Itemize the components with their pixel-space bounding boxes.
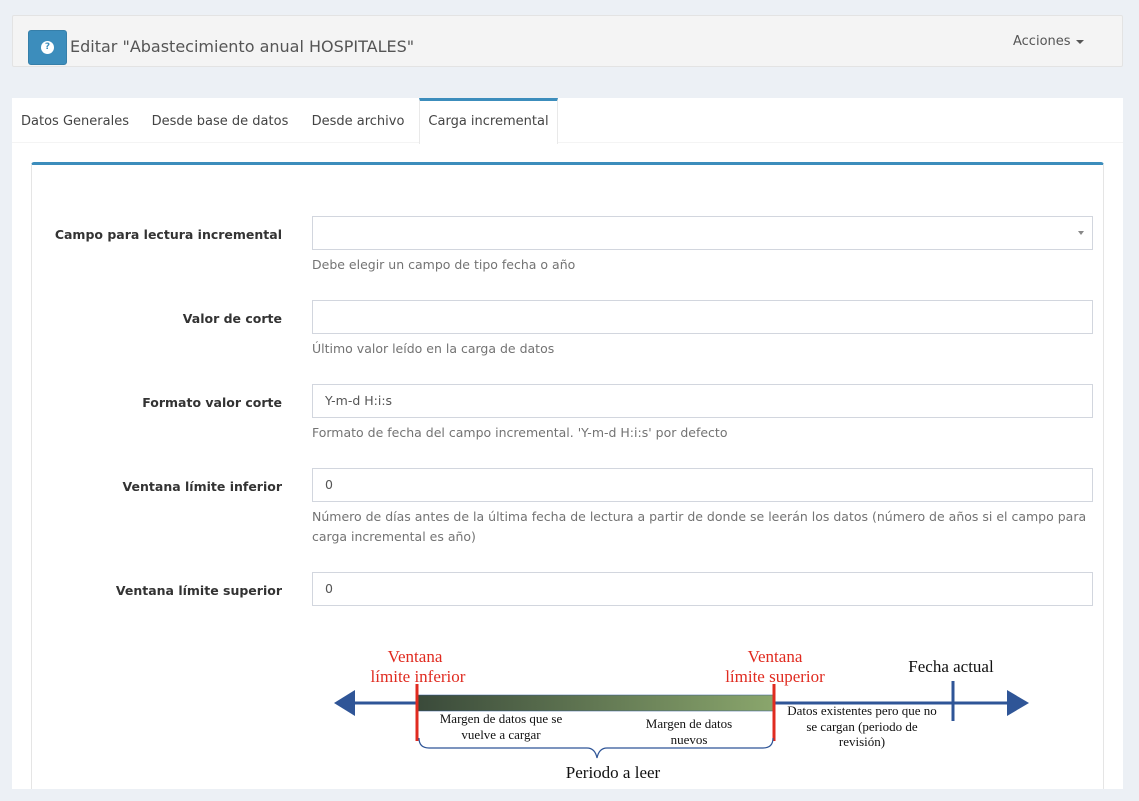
superior-title-2: límite superior [725,667,825,686]
margen1-line2: vuelve a cargar [461,727,541,742]
left-arrow-icon [334,690,355,716]
margen2-line2: nuevos [671,732,708,747]
inferior-title-1: Ventana [388,647,443,666]
existentes-line3: revisión) [839,734,885,749]
incremental-load-diagram: Ventana límite inferior Ventana límite s… [334,647,1029,782]
existentes-line2: se cargan (periodo de [806,719,918,734]
fecha-actual-label: Fecha actual [908,657,994,676]
inferior-title-2: límite inferior [371,667,466,686]
right-arrow-icon [1007,690,1029,716]
periodo-label: Periodo a leer [566,763,661,782]
read-period-bar [417,694,775,712]
superior-title-1: Ventana [748,647,803,666]
margen2-line1: Margen de datos [646,716,732,731]
existentes-line1: Datos existentes pero que no [787,703,936,718]
margen1-line1: Margen de datos que se [440,711,563,726]
page-bottom [0,789,1139,801]
